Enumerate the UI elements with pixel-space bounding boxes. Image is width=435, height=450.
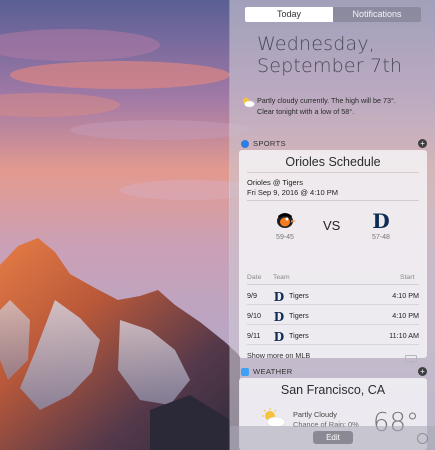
row-team: Tigers — [289, 331, 309, 340]
sports-card: Orioles Schedule Orioles @ Tigers Fri Se… — [239, 150, 427, 363]
gear-icon[interactable] — [417, 433, 428, 444]
column-header-date: Date — [247, 274, 262, 281]
row-team: Tigers — [289, 291, 309, 300]
weather-widget-title: WEATHER — [253, 367, 293, 376]
weather-app-icon — [241, 368, 249, 376]
tab-notifications[interactable]: Notifications — [333, 7, 421, 22]
row-date: 9/9 — [247, 291, 257, 300]
notification-center-footer: Edit — [230, 426, 435, 450]
table-row[interactable]: 9/9 D Tigers 4:10 PM — [247, 285, 419, 305]
partly-cloudy-icon — [241, 95, 255, 113]
summary-line-1: Partly cloudy currently. The high will b… — [257, 96, 396, 105]
schedule-title: Orioles Schedule — [285, 155, 381, 169]
matchup-graphic: 59-45 VS D 57-48 — [239, 206, 427, 258]
weather-condition: Partly Cloudy — [293, 410, 337, 419]
row-date: 9/11 — [247, 331, 261, 340]
summary-line-2: Clear tonight with a low of 58°. — [257, 107, 355, 116]
weather-city: San Francisco, CA — [280, 383, 386, 397]
notification-center-panel: Today Notifications Wednesday, September… — [230, 0, 435, 450]
sports-widget: SPORTS + Orioles Schedule Orioles @ Tige… — [239, 137, 427, 363]
orioles-logo-icon — [274, 209, 296, 231]
date-monthday: September 7th — [257, 55, 403, 77]
divider — [247, 172, 419, 173]
vs-label: VS — [323, 218, 341, 233]
add-widget-button[interactable]: + — [418, 139, 427, 148]
show-more-mlb-link[interactable]: Show more on MLB — [247, 351, 310, 360]
date-weekday: Wednesday, — [257, 33, 376, 55]
svg-text:D: D — [274, 290, 284, 302]
view-segmented-control: Today Notifications — [245, 7, 421, 22]
svg-text:D: D — [274, 310, 284, 322]
away-record: 59-45 — [276, 234, 294, 241]
row-start: 4:10 PM — [392, 291, 419, 300]
add-widget-button[interactable]: + — [418, 367, 427, 376]
svg-text:D: D — [372, 209, 389, 231]
home-record: 57-48 — [372, 234, 390, 241]
edit-button[interactable]: Edit — [313, 431, 353, 444]
tab-today[interactable]: Today — [245, 7, 333, 22]
row-team: Tigers — [289, 311, 309, 320]
row-date: 9/10 — [247, 311, 261, 320]
column-header-team: Team — [273, 274, 290, 281]
column-header-start: Start — [400, 274, 415, 281]
table-row[interactable]: 9/10 D Tigers 4:10 PM — [247, 305, 419, 325]
game-matchup: Orioles @ Tigers — [247, 178, 303, 187]
row-start: 4:10 PM — [392, 311, 419, 320]
game-datetime: Fri Sep 9, 2016 @ 4:10 PM — [247, 188, 338, 197]
divider — [247, 200, 419, 201]
tigers-logo-icon: D — [370, 209, 392, 233]
sports-icon — [241, 140, 249, 148]
svg-text:D: D — [274, 330, 284, 342]
weather-widget: WEATHER + San Francisco, CA Partly Cloud — [239, 365, 427, 450]
table-row[interactable]: 9/11 D Tigers 11:10 AM — [247, 325, 419, 345]
sports-widget-title: SPORTS — [253, 139, 286, 148]
row-start: 11:10 AM — [389, 331, 419, 340]
